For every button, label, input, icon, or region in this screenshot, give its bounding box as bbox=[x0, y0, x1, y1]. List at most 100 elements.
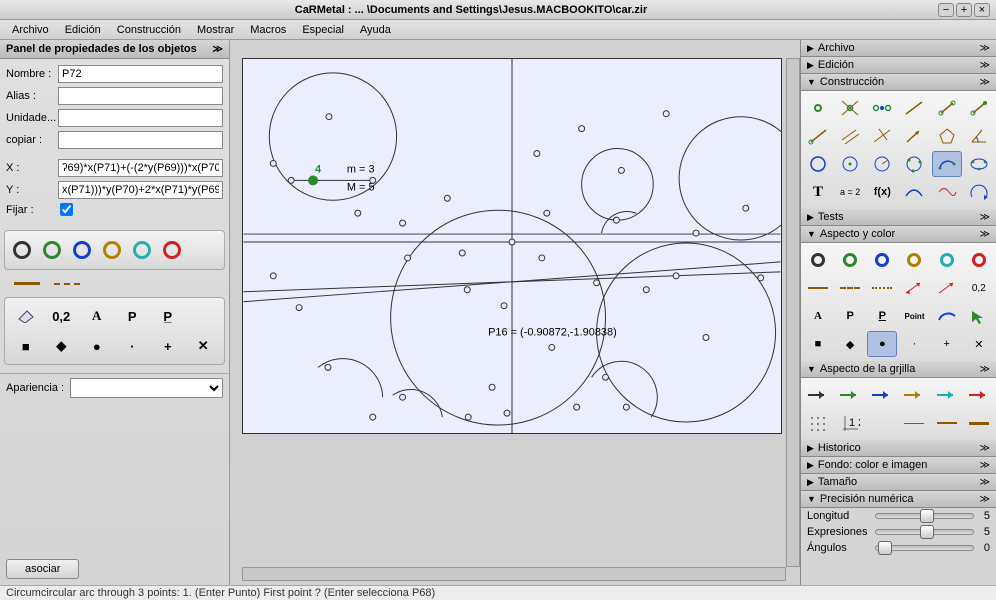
tool-trace[interactable] bbox=[932, 179, 962, 205]
shape-plus[interactable]: + bbox=[153, 334, 183, 358]
color-red[interactable] bbox=[163, 241, 181, 259]
asp-arrow-end[interactable] bbox=[932, 275, 962, 301]
rp-precision[interactable]: ▼Precisión numérica≫ bbox=[801, 491, 996, 508]
color-green[interactable] bbox=[43, 241, 61, 259]
tool-perpendicular[interactable] bbox=[867, 123, 897, 149]
tool-circle3[interactable] bbox=[899, 151, 929, 177]
grid-thin[interactable] bbox=[899, 410, 929, 436]
show-name-tool[interactable]: A bbox=[82, 304, 112, 328]
copiar-input[interactable] bbox=[58, 131, 223, 149]
asp-line-solid[interactable] bbox=[803, 275, 833, 301]
menu-especial[interactable]: Especial bbox=[294, 22, 352, 38]
maximize-button[interactable]: + bbox=[956, 3, 972, 17]
y-input[interactable] bbox=[58, 181, 223, 199]
asp-dot[interactable]: · bbox=[899, 331, 929, 357]
tool-locus[interactable] bbox=[899, 179, 929, 205]
tool-circle[interactable] bbox=[803, 151, 833, 177]
grid-arrow-green[interactable] bbox=[835, 382, 865, 408]
tool-expression[interactable]: a = 2 bbox=[835, 179, 865, 205]
menu-construccion[interactable]: Construcción bbox=[109, 22, 189, 38]
tool-segment[interactable] bbox=[932, 95, 962, 121]
show-value-tool[interactable]: P bbox=[118, 304, 148, 328]
grid-axes[interactable]: 1 2 bbox=[835, 410, 865, 436]
menu-edicion[interactable]: Edición bbox=[57, 22, 109, 38]
rp-tamano[interactable]: ▶Tamaño≫ bbox=[801, 474, 996, 491]
tool-ray[interactable] bbox=[803, 123, 833, 149]
asp-dia[interactable]: ◆ bbox=[835, 331, 865, 357]
asp-precision[interactable]: 0,2 bbox=[964, 275, 994, 301]
rp-edicion[interactable]: ▶Edición≫ bbox=[801, 57, 996, 74]
eraser-tool[interactable] bbox=[11, 304, 41, 328]
grid-arrow-cyan[interactable] bbox=[932, 382, 962, 408]
asp-color-blue[interactable] bbox=[867, 247, 897, 273]
tool-animate[interactable] bbox=[964, 179, 994, 205]
asp-color-red[interactable] bbox=[964, 247, 994, 273]
properties-panel-header[interactable]: Panel de propiedades de los objetos ≫ bbox=[0, 40, 229, 59]
asp-show-p[interactable]: P bbox=[835, 303, 865, 329]
tool-function[interactable]: f(x) bbox=[867, 179, 897, 205]
shape-circle[interactable]: ● bbox=[82, 334, 112, 358]
shape-cross[interactable]: ✕ bbox=[189, 334, 219, 358]
asp-plus[interactable]: + bbox=[932, 331, 962, 357]
asp-line-dot[interactable] bbox=[867, 275, 897, 301]
tool-circle-center[interactable] bbox=[835, 151, 865, 177]
line-dashed[interactable] bbox=[54, 283, 80, 285]
apariencia-select[interactable] bbox=[70, 378, 223, 398]
tool-arc3[interactable] bbox=[932, 151, 962, 177]
tool-point[interactable] bbox=[803, 95, 833, 121]
rp-fondo[interactable]: ▶Fondo: color e imagen≫ bbox=[801, 457, 996, 474]
tool-intersection[interactable] bbox=[835, 95, 865, 121]
grid-med[interactable] bbox=[932, 410, 962, 436]
asp-color-brown[interactable] bbox=[899, 247, 929, 273]
asp-sq[interactable]: ■ bbox=[803, 331, 833, 357]
asp-circ[interactable]: ● bbox=[867, 331, 897, 357]
asp-color-cyan[interactable] bbox=[932, 247, 962, 273]
tool-midpoint[interactable] bbox=[867, 95, 897, 121]
canvas-scrollbar-vertical[interactable] bbox=[786, 58, 800, 567]
grid-arrow-black[interactable] bbox=[803, 382, 833, 408]
ang-slider[interactable] bbox=[875, 545, 974, 551]
color-black[interactable] bbox=[13, 241, 31, 259]
grid-arrow-red[interactable] bbox=[964, 382, 994, 408]
color-blue[interactable] bbox=[73, 241, 91, 259]
grid-dots[interactable] bbox=[803, 410, 833, 436]
asp-color-green[interactable] bbox=[835, 247, 865, 273]
rp-tests[interactable]: ▶Tests≫ bbox=[801, 209, 996, 226]
tool-conic[interactable] bbox=[964, 151, 994, 177]
shape-dot[interactable]: · bbox=[118, 334, 148, 358]
tool-parallel[interactable] bbox=[835, 123, 865, 149]
line-solid[interactable] bbox=[14, 282, 40, 285]
asp-line-dash[interactable] bbox=[835, 275, 865, 301]
menu-ayuda[interactable]: Ayuda bbox=[352, 22, 399, 38]
asociar-button[interactable]: asociar bbox=[6, 559, 79, 579]
shape-diamond[interactable]: ◆ bbox=[47, 334, 77, 358]
tool-polygon[interactable] bbox=[932, 123, 962, 149]
expr-slider[interactable] bbox=[875, 529, 974, 535]
show-label-tool[interactable]: P̲ bbox=[153, 304, 183, 328]
grid-arrow-blue[interactable] bbox=[867, 382, 897, 408]
longitud-slider[interactable] bbox=[875, 513, 974, 519]
tool-text[interactable]: T bbox=[803, 179, 833, 205]
tool-circle-radius[interactable] bbox=[867, 151, 897, 177]
tool-line[interactable] bbox=[899, 95, 929, 121]
tool-vector[interactable] bbox=[899, 123, 929, 149]
menu-mostrar[interactable]: Mostrar bbox=[189, 22, 242, 38]
rp-archivo[interactable]: ▶Archivo≫ bbox=[801, 40, 996, 57]
shape-square[interactable]: ■ bbox=[11, 334, 41, 358]
tool-fixed-segment[interactable] bbox=[964, 95, 994, 121]
minimize-button[interactable]: − bbox=[938, 3, 954, 17]
precision-tool[interactable]: 0,2 bbox=[47, 304, 77, 328]
alias-input[interactable] bbox=[58, 87, 223, 105]
menu-archivo[interactable]: Archivo bbox=[4, 22, 57, 38]
canvas-scrollbar-horizontal[interactable] bbox=[242, 567, 786, 581]
grid-thick[interactable] bbox=[964, 410, 994, 436]
rp-construccion[interactable]: ▼Construcción≫ bbox=[801, 74, 996, 91]
tool-angle[interactable] bbox=[964, 123, 994, 149]
color-cyan[interactable] bbox=[133, 241, 151, 259]
rp-historico[interactable]: ▶Historico≫ bbox=[801, 440, 996, 457]
geometry-canvas[interactable]: 4 m = 3 M = 5 P16 = (-0.90872,-1.90838) bbox=[242, 58, 782, 434]
asp-color-black[interactable] bbox=[803, 247, 833, 273]
unidad-input[interactable] bbox=[58, 109, 223, 127]
fijar-checkbox[interactable] bbox=[60, 203, 73, 216]
rp-aspecto[interactable]: ▼Aspecto y color≫ bbox=[801, 226, 996, 243]
